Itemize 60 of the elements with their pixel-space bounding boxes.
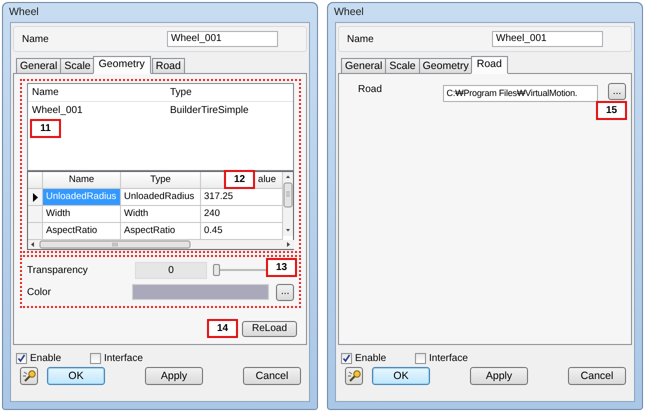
- check-icon: [17, 354, 26, 362]
- callout-number: 13: [266, 258, 297, 277]
- callout-number: 14: [207, 319, 238, 338]
- name-label: Name: [347, 34, 374, 44]
- color-swatch[interactable]: [132, 284, 270, 300]
- tab[interactable]: Road: [152, 58, 185, 73]
- row-pointer-icon: [32, 192, 38, 202]
- list-cell[interactable]: Wheel_001: [28, 105, 166, 116]
- name-field[interactable]: Wheel_001: [167, 31, 278, 47]
- tool-button[interactable]: [345, 367, 363, 385]
- vertical-scrollbar: [283, 172, 293, 236]
- check-icon: [342, 354, 351, 362]
- window-title: Wheel: [8, 5, 40, 20]
- checkbox[interactable]: [341, 352, 352, 364]
- checkbox[interactable]: [16, 352, 27, 364]
- column-header[interactable]: Name: [28, 87, 166, 98]
- slider-thumb[interactable]: [213, 264, 220, 276]
- grid-cell[interactable]: Width: [43, 206, 121, 223]
- checkbox[interactable]: [90, 352, 101, 364]
- tab[interactable]: Scale: [385, 58, 420, 73]
- tab[interactable]: Scale: [60, 58, 95, 73]
- column-header[interactable]: Type: [121, 172, 201, 189]
- tab[interactable]: Geometry: [92, 56, 151, 74]
- grid-cell[interactable]: UnloadedRadius: [121, 189, 201, 206]
- callout-number: 15: [596, 101, 627, 120]
- dialog-button[interactable]: Apply: [145, 367, 203, 385]
- checkbox-label: Interface: [429, 352, 468, 364]
- dialog-button[interactable]: OK: [372, 367, 430, 385]
- road-label: Road: [358, 83, 383, 95]
- tab[interactable]: General: [16, 58, 62, 73]
- row-header: [28, 172, 43, 189]
- transparency-field[interactable]: 0: [135, 262, 207, 278]
- transparency-label: Transparency: [27, 264, 89, 276]
- dialog-button[interactable]: Apply: [470, 367, 528, 385]
- callout-number: 11: [30, 119, 61, 138]
- name-label: Name: [22, 34, 49, 44]
- checkbox-label: Enable: [30, 352, 62, 364]
- dialog-button[interactable]: Cancel: [568, 367, 626, 385]
- window-title: Wheel: [333, 5, 365, 20]
- browse-button[interactable]: ...: [608, 83, 626, 100]
- checkbox[interactable]: [415, 352, 426, 364]
- grid-cell[interactable]: Width: [121, 206, 201, 223]
- callout-number: 12: [224, 170, 255, 189]
- reload-button[interactable]: ReLoad: [242, 320, 297, 336]
- checkbox-label: Interface: [104, 352, 143, 364]
- column-header[interactable]: Type: [166, 87, 192, 98]
- tab[interactable]: General: [341, 58, 386, 73]
- tab[interactable]: Road: [470, 56, 508, 74]
- dialog-button[interactable]: Cancel: [243, 367, 301, 385]
- color-label: Color: [27, 286, 52, 298]
- name-field[interactable]: Wheel_001: [492, 31, 603, 47]
- road-path-field[interactable]: C:₩Program Files₩VirtualMotion.: [442, 85, 598, 102]
- list-cell[interactable]: BuilderTireSimple: [166, 105, 249, 116]
- column-header[interactable]: Name: [43, 172, 121, 189]
- browse-button[interactable]: ...: [276, 284, 294, 300]
- tab[interactable]: Geometry: [418, 58, 473, 73]
- checkbox-label: Enable: [355, 352, 386, 364]
- tool-button[interactable]: [20, 367, 38, 385]
- row-header[interactable]: [28, 189, 43, 206]
- dialog-button[interactable]: OK: [47, 367, 105, 385]
